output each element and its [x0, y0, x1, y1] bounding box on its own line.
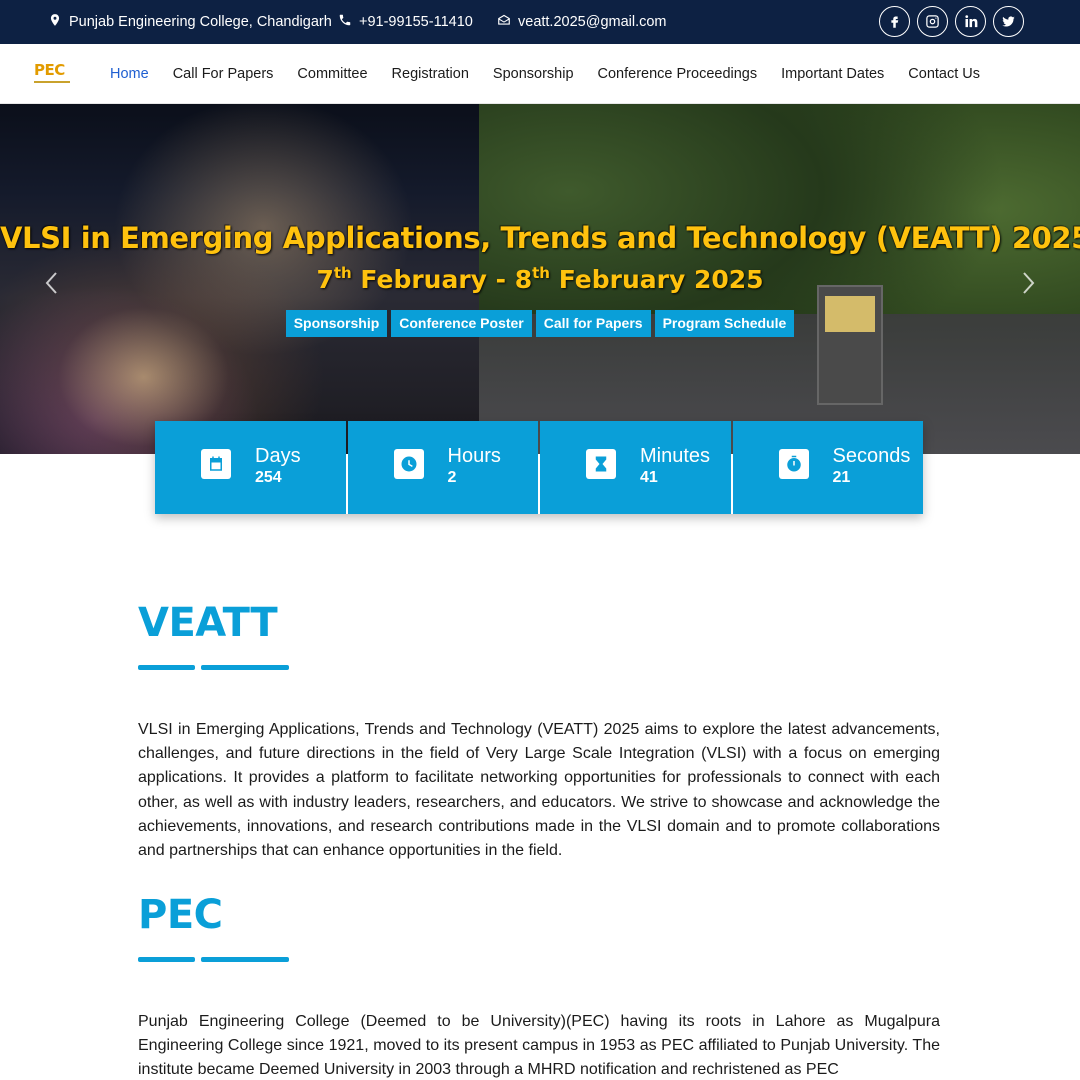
hero-dates: 7th February - 8th February 2025	[0, 264, 1080, 294]
countdown-seconds: Seconds 21	[732, 421, 923, 514]
nav-item-committee[interactable]: Committee	[297, 66, 367, 82]
logo-text: PEC	[34, 61, 65, 79]
veatt-heading-underline	[138, 665, 289, 670]
date-start-day: 7	[316, 265, 334, 294]
pec-logo[interactable]: PEC	[34, 62, 72, 84]
nav-item-contact-us[interactable]: Contact Us	[908, 66, 980, 82]
hero-title: VLSI in Emerging Applications, Trends an…	[0, 221, 1080, 255]
veatt-description: VLSI in Emerging Applications, Trends an…	[138, 721, 940, 860]
clock-icon	[393, 449, 424, 479]
countdown-seconds-label: Seconds	[832, 445, 911, 467]
countdown-minutes-value: 41	[640, 469, 658, 486]
countdown-minutes: Minutes 41	[540, 421, 731, 514]
countdown-days-value: 254	[255, 469, 282, 486]
countdown-timer: Days 254 Hours 2 Minutes 41 Seconds 21	[155, 421, 923, 514]
countdown-days: Days 254	[155, 421, 346, 514]
date-end-suffix: th	[532, 264, 550, 282]
stopwatch-icon	[778, 449, 809, 479]
twitter-icon[interactable]	[993, 6, 1024, 37]
countdown-hours-label: Hours	[447, 445, 501, 467]
logo-underline	[34, 81, 70, 83]
nav-item-conference-proceedings[interactable]: Conference Proceedings	[598, 66, 758, 82]
nav-menu: Home Call For Papers Committee Registrat…	[110, 44, 1004, 104]
date-start-rest: February - 8	[351, 265, 533, 294]
nav-item-sponsorship[interactable]: Sponsorship	[493, 66, 574, 82]
pec-description: Punjab Engineering College (Deemed to be…	[138, 1013, 940, 1079]
instagram-icon[interactable]	[917, 6, 948, 37]
nav-item-call-for-papers[interactable]: Call For Papers	[173, 66, 274, 82]
countdown-minutes-label: Minutes	[640, 445, 711, 467]
email-contact[interactable]: veatt.2025@gmail.com	[497, 0, 667, 44]
veatt-heading: VEATT	[138, 600, 278, 646]
top-bar: Punjab Engineering College, Chandigarh +…	[0, 0, 1080, 44]
pec-heading-underline	[138, 957, 289, 962]
hero-button-group: Sponsorship Conference Poster Call for P…	[0, 310, 1080, 337]
address-text: Punjab Engineering College, Chandigarh	[69, 14, 332, 30]
phone-icon	[338, 13, 352, 31]
countdown-hours: Hours 2	[347, 421, 538, 514]
address-contact: Punjab Engineering College, Chandigarh	[48, 0, 332, 44]
call-for-papers-button[interactable]: Call for Papers	[535, 310, 651, 337]
date-start-suffix: th	[333, 264, 352, 282]
hourglass-icon	[586, 449, 616, 479]
nav-item-important-dates[interactable]: Important Dates	[781, 66, 884, 82]
nav-item-registration[interactable]: Registration	[392, 66, 469, 82]
countdown-hours-value: 2	[447, 469, 457, 486]
sponsorship-button[interactable]: Sponsorship	[285, 310, 388, 337]
phone-text: +91-99155-11410	[359, 14, 473, 30]
program-schedule-button[interactable]: Program Schedule	[654, 310, 795, 337]
pec-heading: PEC	[138, 892, 223, 938]
phone-contact[interactable]: +91-99155-11410	[338, 0, 473, 44]
countdown-seconds-value: 21	[832, 469, 851, 486]
facebook-icon[interactable]	[879, 6, 910, 37]
main-navbar: PEC Home Call For Papers Committee Regis…	[0, 44, 1080, 104]
envelope-icon	[497, 13, 511, 31]
calendar-icon	[201, 449, 231, 479]
date-end-rest: February 2025	[550, 265, 764, 294]
nav-item-home[interactable]: Home	[110, 66, 149, 82]
conference-poster-button[interactable]: Conference Poster	[391, 310, 532, 337]
countdown-days-label: Days	[255, 445, 301, 467]
email-text: veatt.2025@gmail.com	[518, 14, 667, 30]
linkedin-icon[interactable]	[955, 6, 986, 37]
location-pin-icon	[48, 13, 62, 31]
